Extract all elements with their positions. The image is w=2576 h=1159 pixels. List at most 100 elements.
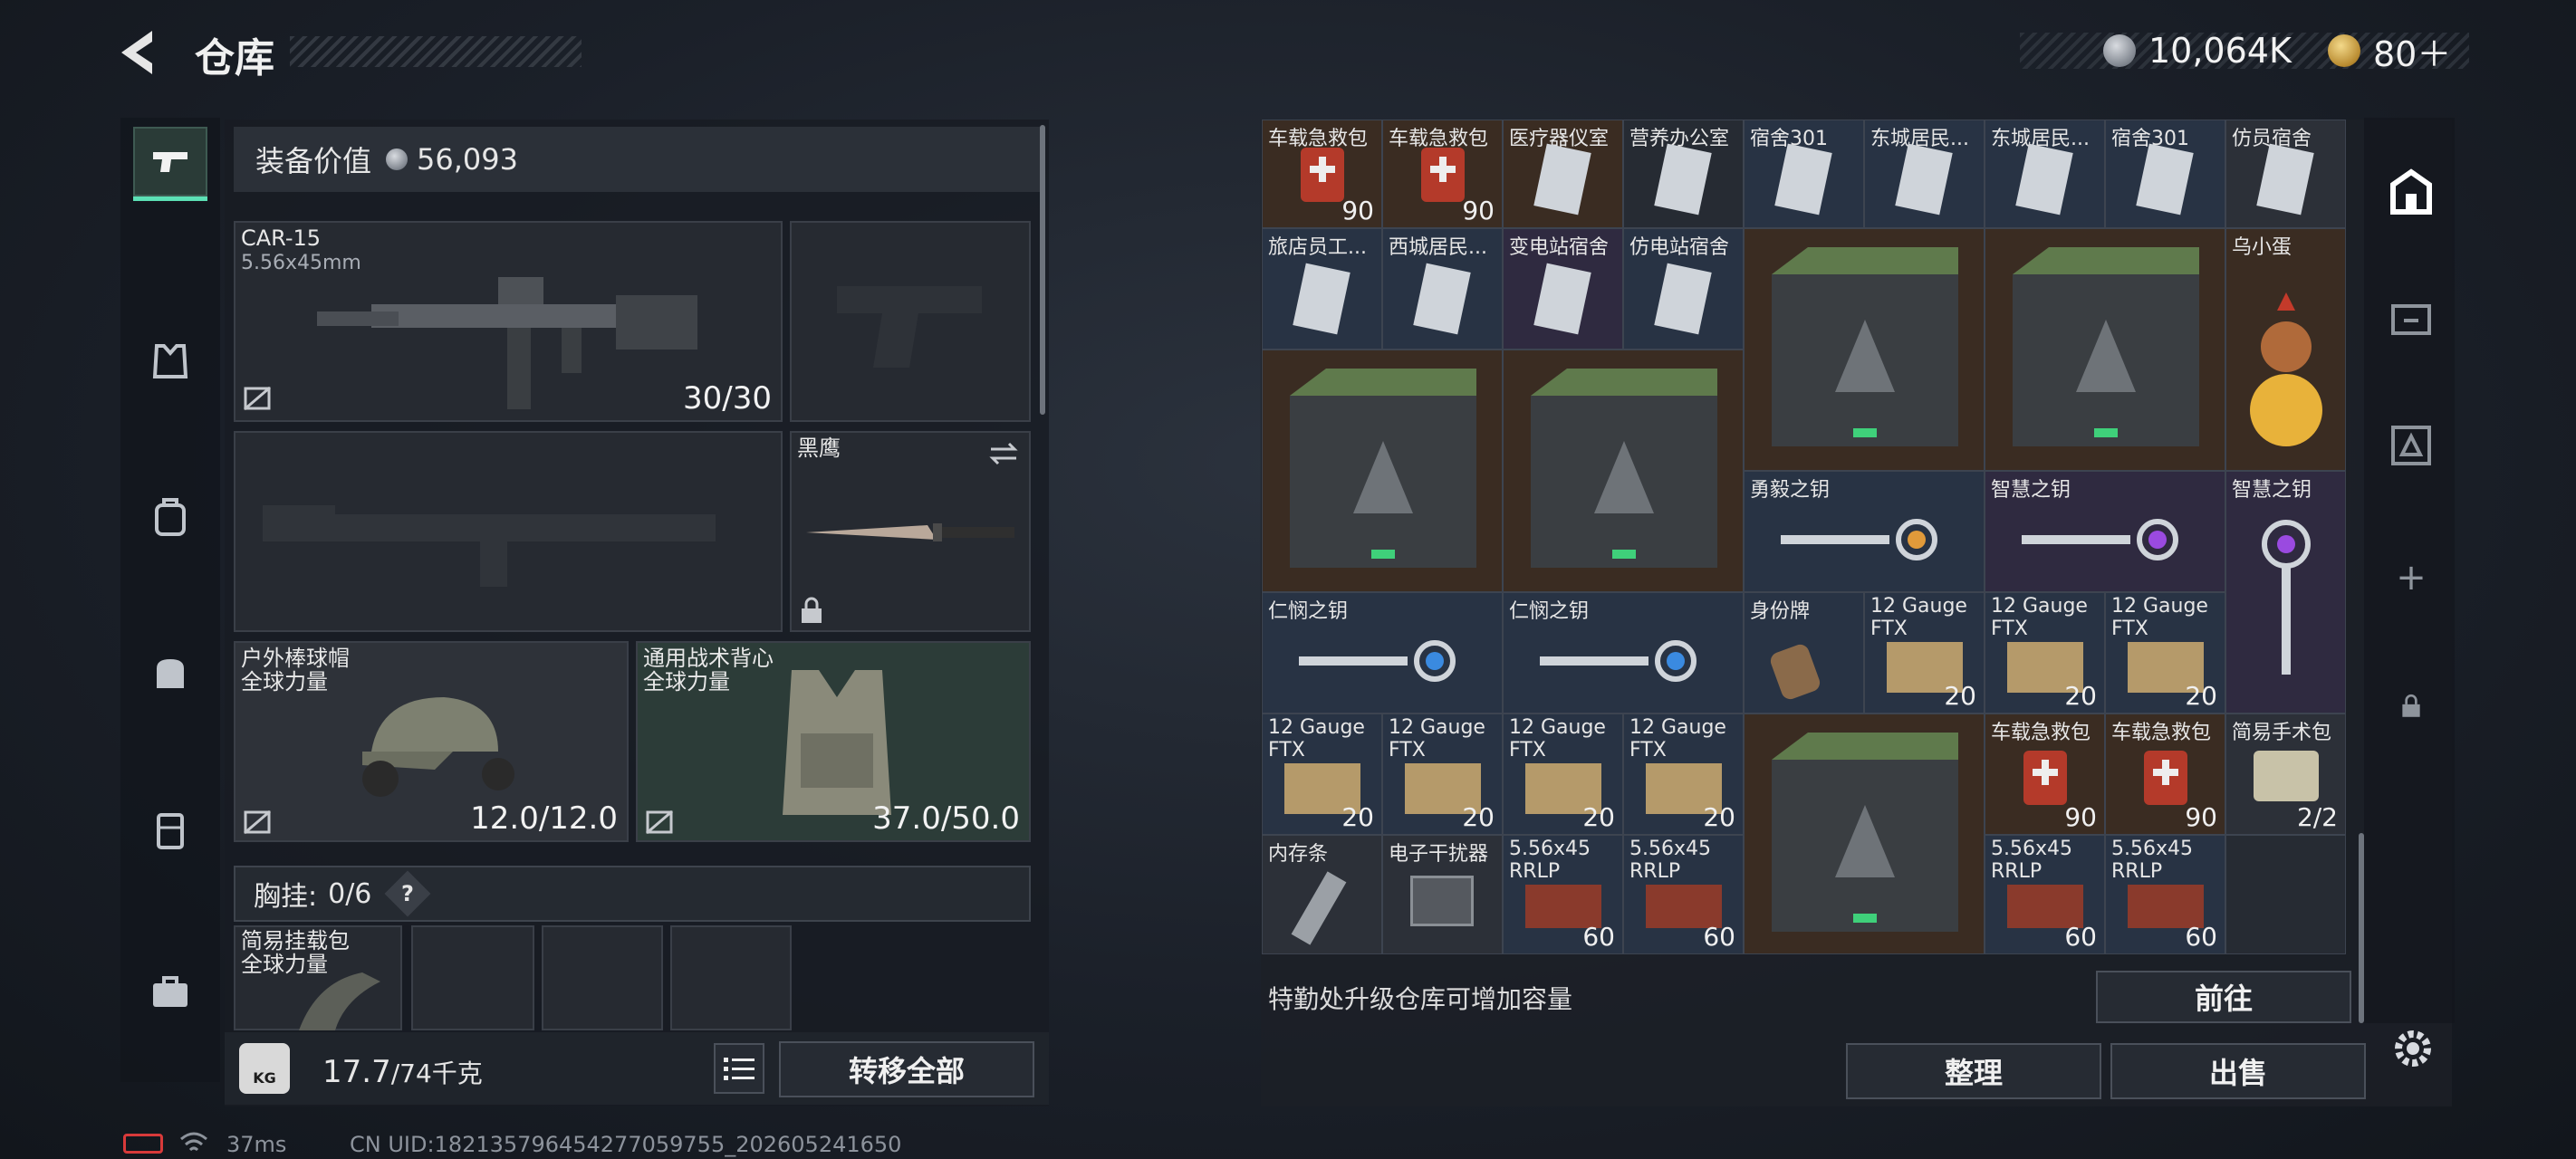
rig-empty-slot[interactable] (670, 925, 792, 1030)
equipment-scrollbar[interactable] (1040, 125, 1045, 415)
grid-cell[interactable]: 智慧之钥 (1985, 471, 2225, 592)
toolbox-icon (153, 976, 187, 1007)
tab-locker[interactable] (133, 793, 207, 867)
grid-cell[interactable]: 宿舍301 (1744, 120, 1864, 228)
keycard-icon (1293, 263, 1350, 335)
pistol-slot[interactable] (790, 221, 1031, 422)
tab-crate[interactable] (2375, 409, 2447, 482)
bag-icon (157, 659, 184, 688)
grid-cell[interactable]: 仁悯之钥 (1262, 592, 1503, 714)
tab-weapons[interactable] (133, 127, 207, 201)
grid-cell[interactable]: 12 Gauge FTX 20 (1503, 714, 1623, 835)
grid-cell[interactable]: 营养办公室 (1623, 120, 1744, 228)
page-title: 仓库 (195, 35, 274, 81)
grid-cell[interactable]: 5.56x45 RRLP 60 (1623, 835, 1744, 954)
sort-button[interactable]: 整理 (1846, 1043, 2101, 1099)
keycard-icon (1413, 263, 1471, 335)
grid-cell[interactable]: 车载急救包 90 (1382, 120, 1503, 228)
grid-cell[interactable]: 宿舍301 (2105, 120, 2225, 228)
grid-cell[interactable]: 12 Gauge FTX 20 (1262, 714, 1382, 835)
grid-cell[interactable]: 旅店员工... (1262, 228, 1382, 350)
memory-stick-icon (1291, 871, 1347, 945)
grid-cell[interactable]: 变电站宿舍 (1503, 228, 1623, 350)
list-view-button[interactable] (714, 1043, 764, 1094)
tab-storage[interactable] (2375, 156, 2447, 228)
grid-cell-crate[interactable] (1262, 350, 1503, 592)
grid-cell[interactable]: 5.56x45 RRLP 60 (1985, 835, 2105, 954)
helmet-slot[interactable]: 户外棒球帽 全球力量 12.0/12.0 (234, 641, 629, 842)
keycard-icon (1533, 143, 1591, 216)
no-insure-icon (244, 386, 271, 411)
grid-cell[interactable]: 内存条 (1262, 835, 1382, 954)
grid-cell[interactable]: 智慧之钥 (2225, 471, 2346, 714)
grid-cell[interactable]: 身份牌 (1744, 592, 1864, 714)
keycard-icon (2015, 143, 2073, 216)
tab-bag[interactable] (133, 636, 207, 710)
back-icon[interactable] (116, 27, 161, 78)
goto-button[interactable]: 前往 (2096, 971, 2351, 1023)
tab-market[interactable] (2375, 283, 2447, 355)
grid-cell[interactable]: 西城居民... (1382, 228, 1503, 350)
tab-toolbox[interactable] (133, 954, 207, 1029)
rig-empty-slot[interactable] (542, 925, 663, 1030)
sell-button[interactable]: 出售 (2110, 1043, 2366, 1099)
grid-cell[interactable]: 12 Gauge FTX 20 (1382, 714, 1503, 835)
melee-slot[interactable]: 黑鹰 (790, 431, 1031, 632)
grid-cell[interactable]: 东城居民... (1864, 120, 1985, 228)
grid-cell[interactable]: 5.56x45 RRLP 60 (2105, 835, 2225, 954)
grid-cell[interactable]: 12 Gauge FTX 20 (1864, 592, 1985, 714)
vest-slot[interactable]: 通用战术背心 全球力量 37.0/50.0 (636, 641, 1031, 842)
keycard-icon (1533, 263, 1591, 335)
keycard-icon (1895, 143, 1953, 216)
primary-weapon-slot[interactable]: CAR-15 5.56x45mm 30/30 (234, 221, 783, 422)
grid-cell[interactable]: 电子干扰器 (1382, 835, 1503, 954)
key-icon (1540, 640, 1697, 682)
grid-cell-crate[interactable] (1744, 228, 1985, 471)
dogtag-icon (1770, 644, 1821, 700)
tab-armor[interactable] (133, 324, 207, 398)
grid-cell-crate[interactable] (1503, 350, 1744, 592)
key-icon (2262, 520, 2311, 675)
key-icon (2022, 519, 2178, 560)
grid-cell[interactable]: 12 Gauge FTX 20 (1985, 592, 2105, 714)
grid-cell[interactable]: 5.56x45 RRLP 60 (1503, 835, 1623, 954)
grid-cell[interactable]: 车载急救包 90 (2105, 714, 2225, 835)
list-icon (724, 1058, 755, 1080)
key-icon (1781, 519, 1937, 560)
rig-item-slot[interactable]: 简易挂载包 全球力量 (234, 925, 402, 1030)
grid-cell-crate[interactable] (1744, 714, 1985, 954)
swap-icon[interactable] (987, 440, 1020, 467)
tab-add[interactable]: + (2375, 541, 2447, 614)
grid-cell[interactable]: 仿员宿舍 (2225, 120, 2346, 228)
rig-empty-slot[interactable] (411, 925, 534, 1030)
grid-cell[interactable]: 仁悯之钥 (1503, 592, 1744, 714)
settings-button[interactable] (2388, 1023, 2438, 1074)
grid-cell-empty[interactable] (2225, 835, 2346, 954)
grid-cell[interactable]: 简易手术包 2/2 (2225, 714, 2346, 835)
vest-durability: 37.0/50.0 (872, 800, 1020, 837)
upgrade-hint: 特勤处升级仓库可增加容量 (1268, 984, 1573, 1014)
chest-rig-count: 0/6 (328, 877, 372, 910)
silver-coin-icon (2103, 34, 2136, 67)
equipment-value-label: 装备价值 (255, 144, 372, 178)
grid-cell[interactable]: 12 Gauge FTX 20 (2105, 592, 2225, 714)
pouch-icon (299, 972, 380, 1030)
gold-currency[interactable]: 80＋ (2328, 27, 2451, 74)
key-icon (1299, 640, 1456, 682)
equipment-value-bar: 装备价值 56,093 (234, 127, 1040, 192)
grid-cell[interactable]: 仿电站宿舍 (1623, 228, 1744, 350)
grid-cell[interactable]: 东城居民... (1985, 120, 2105, 228)
transfer-all-button[interactable]: 转移全部 (779, 1041, 1034, 1097)
grid-cell[interactable]: 车载急救包 90 (1985, 714, 2105, 835)
grid-cell-crate[interactable] (1985, 228, 2225, 471)
grid-cell[interactable]: 医疗器仪室 (1503, 120, 1623, 228)
silver-coin-icon (386, 148, 409, 170)
grid-cell[interactable]: 勇毅之钥 (1744, 471, 1985, 592)
secondary-weapon-slot[interactable] (234, 431, 783, 632)
help-icon[interactable]: ? (384, 870, 431, 917)
chest-rig-label: 胸挂: (254, 881, 318, 913)
grid-cell[interactable]: 乌小蛋 (2225, 228, 2346, 471)
tab-backpack[interactable] (133, 480, 207, 554)
grid-cell[interactable]: 车载急救包 90 (1262, 120, 1382, 228)
grid-cell[interactable]: 12 Gauge FTX 20 (1623, 714, 1744, 835)
